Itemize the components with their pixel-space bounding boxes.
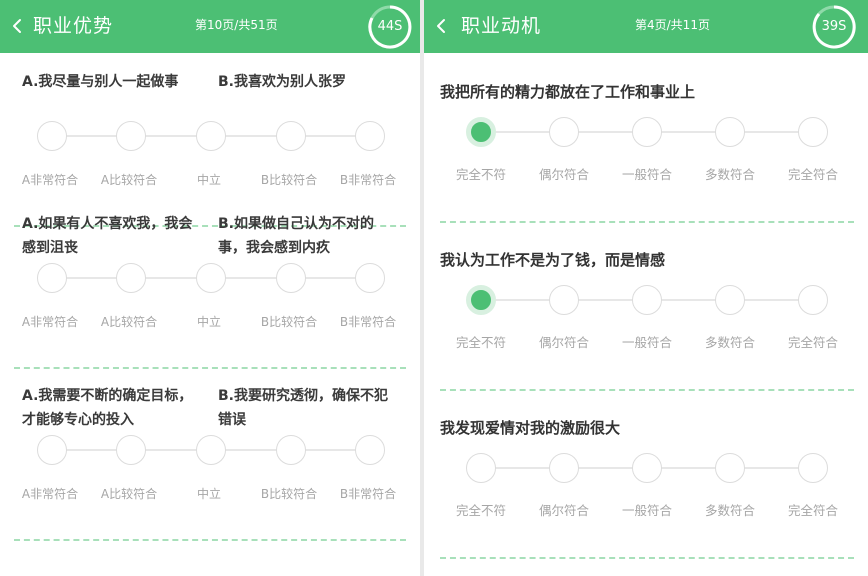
rating-option-radio[interactable] [196, 121, 226, 151]
rating-option-radio[interactable] [798, 285, 828, 315]
back-chevron-icon[interactable] [6, 12, 30, 40]
section-divider [440, 557, 854, 559]
rating-option-label: 偶尔符合 [538, 503, 589, 518]
question-block: A.如果有人不喜欢我，我会感到沮丧 B.如果做自己认为不对的事，我会感到内疚 A非常… [0, 212, 420, 384]
left-page-title: 职业优势 [33, 15, 114, 37]
rating-option-radio[interactable] [466, 453, 496, 483]
option-b-text: B.我喜欢为别人张罗 [218, 74, 346, 90]
rating-option-radio[interactable] [355, 121, 385, 151]
rating-option-radio[interactable] [466, 117, 496, 147]
rating-option-radio[interactable] [798, 117, 828, 147]
option-a-text: A.如果有人不喜欢我，我会感到沮丧 [22, 216, 193, 256]
option-b-text: B.我要研究透彻，确保不犯错误 [218, 388, 388, 428]
rating-option-label: 中立 [196, 173, 221, 187]
rating-option-radio[interactable] [549, 453, 579, 483]
question-block: 我把所有的精力都放在了工作和事业上完全不符 偶尔符合 一般符合 多数符合 完全符合 [424, 80, 868, 248]
rating-option-radio[interactable] [196, 263, 226, 293]
question-text: 我发现爱情对我的激励很大 [440, 419, 621, 437]
question-block: 我认为工作不是为了钱，而是情感完全不符 偶尔符合 一般符合 多数符合 完全符合 [424, 248, 868, 416]
rating-option-label: 中立 [196, 487, 221, 501]
rating-option-radio[interactable] [276, 435, 306, 465]
rating-option-label: 完全不符 [455, 503, 506, 518]
rating-option-radio[interactable] [355, 435, 385, 465]
rating-option-radio[interactable] [37, 263, 67, 293]
rating-option-label: A比较符合 [100, 173, 158, 187]
rating-option-label: A非常符合 [21, 487, 79, 501]
question-block: 我发现爱情对我的激励很大完全不符 偶尔符合 一般符合 多数符合 完全符合 [424, 416, 868, 576]
right-phone-screen: 职业动机 第4页/共11页 39S 我把所有的精力都放在了工作和事业上 完全不符偶… [424, 0, 868, 576]
rating-option-label: A比较符合 [100, 315, 158, 329]
rating-option-label: A非常符合 [21, 315, 79, 329]
option-b-text: B.如果做自己认为不对的事，我会感到内疚 [218, 216, 374, 256]
left-phone-screen: 职业优势 第10页/共51页 44S A.我尽量与别人一起做事 B.我喜欢为别人张… [0, 0, 420, 576]
rating-option-radio[interactable] [37, 435, 67, 465]
rating-option-label: 完全不符 [455, 167, 506, 182]
option-a-text: A.我尽量与别人一起做事 [22, 74, 179, 90]
rating-option-radio[interactable] [632, 453, 662, 483]
rating-option-radio[interactable] [715, 453, 745, 483]
rating-option-radio[interactable] [196, 435, 226, 465]
rating-option-label: 一般符合 [621, 503, 672, 518]
rating-option-radio[interactable] [715, 117, 745, 147]
rating-option-radio[interactable] [549, 285, 579, 315]
rating-option-label: B非常符合 [339, 487, 397, 501]
rating-option-label: 多数符合 [704, 335, 755, 350]
rating-option-radio[interactable] [355, 263, 385, 293]
rating-option-label: B非常符合 [339, 173, 397, 187]
section-divider [14, 539, 406, 541]
right-page-title: 职业动机 [461, 15, 542, 37]
rating-option-radio[interactable] [632, 285, 662, 315]
rating-option-label: B比较符合 [260, 173, 318, 187]
rating-option-label: 完全符合 [787, 335, 838, 350]
rating-option-label: 中立 [196, 315, 221, 329]
rating-option-radio[interactable] [276, 263, 306, 293]
question-text: 我认为工作不是为了钱，而是情感 [440, 251, 666, 269]
right-timer-text: 39S [821, 19, 847, 34]
rating-option-radio[interactable] [116, 121, 146, 151]
rating-option-radio[interactable] [276, 121, 306, 151]
rating-option-label: B比较符合 [260, 315, 318, 329]
question-text: 我把所有的精力都放在了工作和事业上 [440, 83, 696, 101]
rating-option-radio[interactable] [37, 121, 67, 151]
section-divider [440, 389, 854, 391]
rating-option-label: 一般符合 [621, 167, 672, 182]
rating-option-label: 一般符合 [621, 335, 672, 350]
rating-option-label: A非常符合 [21, 173, 79, 187]
rating-option-label: 完全符合 [787, 503, 838, 518]
rating-option-label: A比较符合 [100, 487, 158, 501]
left-page-indicator: 第10页/共51页 [195, 18, 278, 32]
rating-option-label: B非常符合 [339, 315, 397, 329]
rating-option-radio[interactable] [798, 453, 828, 483]
section-divider [14, 367, 406, 369]
question-block: A.我需要不断的确定目标，才能够专心的投入 B.我要研究透彻，确保不犯错误 A非常符… [0, 384, 420, 556]
rating-option-label: 多数符合 [704, 503, 755, 518]
left-header-bar: 职业优势 第10页/共51页 44S [0, 0, 420, 53]
right-countdown-timer: 39S [811, 4, 857, 50]
rating-option-label: 偶尔符合 [538, 167, 589, 182]
rating-option-radio[interactable] [466, 285, 496, 315]
rating-option-label: 偶尔符合 [538, 335, 589, 350]
rating-option-label: B比较符合 [260, 487, 318, 501]
rating-option-radio[interactable] [715, 285, 745, 315]
option-a-text: A.我需要不断的确定目标，才能够专心的投入 [22, 388, 193, 428]
right-page-indicator: 第4页/共11页 [635, 18, 710, 32]
rating-option-radio[interactable] [116, 263, 146, 293]
rating-option-radio[interactable] [549, 117, 579, 147]
section-divider [440, 221, 854, 223]
rating-option-label: 完全符合 [787, 167, 838, 182]
rating-option-radio[interactable] [116, 435, 146, 465]
back-chevron-icon[interactable] [430, 12, 454, 40]
rating-option-label: 完全不符 [455, 335, 506, 350]
rating-option-label: 多数符合 [704, 167, 755, 182]
right-header-bar: 职业动机 第4页/共11页 39S [424, 0, 868, 53]
rating-option-radio[interactable] [632, 117, 662, 147]
left-countdown-timer: 44S [367, 4, 413, 50]
left-timer-text: 44S [377, 19, 403, 34]
